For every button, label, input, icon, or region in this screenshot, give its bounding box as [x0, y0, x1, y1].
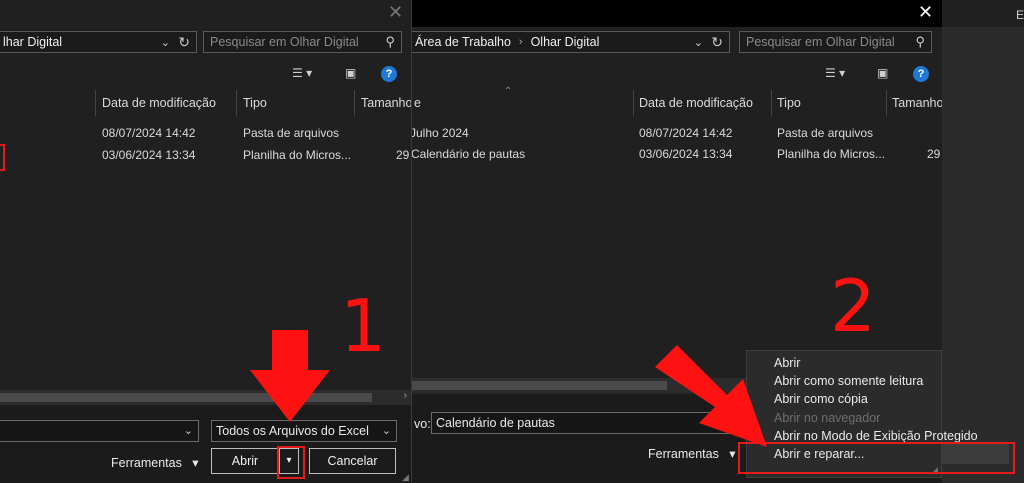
row-type[interactable]: Planilha do Micros... — [243, 148, 351, 162]
preview-pane-icon[interactable]: ▣ — [345, 66, 356, 80]
search-icon[interactable]: ⚲ — [915, 32, 925, 52]
column-header-name[interactable]: e — [414, 96, 421, 110]
background-window: E — [942, 0, 1024, 483]
refresh-icon[interactable]: ↻ — [711, 34, 723, 51]
row-date[interactable]: 08/07/2024 14:42 — [639, 126, 732, 140]
menu-item-open-protected[interactable]: Abrir no Modo de Exibição Protegido — [774, 429, 978, 443]
row-date[interactable]: 03/06/2024 13:34 — [102, 148, 195, 162]
row-date[interactable]: 08/07/2024 14:42 — [102, 126, 195, 140]
step-number: 2 — [830, 264, 876, 348]
sort-indicator-icon: ⌃ — [504, 86, 513, 97]
column-header-size[interactable]: Tamanho — [361, 96, 411, 110]
column-header-size[interactable]: Tamanho — [892, 96, 942, 110]
tools-menu[interactable]: Ferramentas ▾ — [111, 455, 199, 470]
resize-grip-icon[interactable]: ◢ — [402, 472, 409, 483]
breadcrumb-desktop[interactable]: Área de Trabalho — [415, 35, 511, 49]
chevron-down-icon[interactable]: ⌄ — [694, 36, 703, 49]
breadcrumb-separator-icon: › — [518, 36, 523, 48]
row-type[interactable]: Planilha do Micros... — [777, 147, 885, 161]
left-open-dialog: ✕ lhar Digital ⌄ ↻ Pesquisar em Olhar Di… — [0, 0, 411, 483]
red-arrow-diagonal-icon — [655, 345, 767, 447]
step-number: 1 — [340, 284, 386, 368]
menu-item-open-read-only[interactable]: Abrir como somente leitura — [774, 374, 923, 388]
file-type-value: Todos os Arquivos do Excel — [216, 424, 369, 438]
chevron-down-icon[interactable]: ⌄ — [184, 421, 193, 441]
cancel-button[interactable]: Cancelar — [309, 448, 396, 474]
file-type-select[interactable]: Todos os Arquivos do Excel ⌄ — [211, 420, 397, 442]
view-options-icon[interactable]: ☰ ▾ — [825, 66, 845, 80]
address-bar[interactable]: Área de Trabalho › Olhar Digital ⌄ ↻ — [412, 31, 730, 53]
column-divider[interactable] — [95, 90, 96, 116]
filename-field[interactable]: ⌄ — [0, 420, 199, 442]
highlight-box — [738, 442, 1015, 474]
row-type[interactable]: Pasta de arquivos — [777, 126, 873, 140]
filename-value: Calendário de pautas — [436, 416, 555, 430]
background-text: E — [1016, 8, 1024, 22]
red-arrow-down-icon — [250, 330, 330, 422]
search-input[interactable]: Pesquisar em Olhar Digital ⚲ — [739, 31, 932, 53]
row-name[interactable]: Calendário de pautas — [412, 147, 525, 161]
background-titlebar — [942, 0, 1024, 27]
column-divider[interactable] — [633, 90, 634, 116]
filename-label: vo: — [414, 417, 431, 431]
left-titlebar: ✕ — [0, 0, 411, 27]
column-header-date[interactable]: Data de modificação — [639, 96, 753, 110]
scroll-right-icon[interactable]: › — [404, 390, 407, 401]
row-date[interactable]: 03/06/2024 13:34 — [639, 147, 732, 161]
help-icon[interactable]: ? — [913, 66, 929, 82]
highlight-box — [277, 446, 305, 479]
search-placeholder: Pesquisar em Olhar Digital — [746, 35, 895, 49]
row-size[interactable]: 29 — [396, 148, 409, 162]
menu-item-open[interactable]: Abrir — [774, 356, 800, 370]
address-bar[interactable]: lhar Digital ⌄ ↻ — [0, 31, 197, 53]
menu-item-open-copy[interactable]: Abrir como cópia — [774, 392, 868, 406]
column-divider[interactable] — [354, 90, 355, 116]
search-icon[interactable]: ⚲ — [385, 32, 395, 52]
close-icon[interactable]: ✕ — [918, 2, 933, 23]
column-divider[interactable] — [771, 90, 772, 116]
column-header-date[interactable]: Data de modificação — [102, 96, 216, 110]
highlight-box — [0, 144, 5, 171]
column-divider[interactable] — [236, 90, 237, 116]
breadcrumb-folder[interactable]: Olhar Digital — [531, 35, 600, 49]
search-input[interactable]: Pesquisar em Olhar Digital ⚲ — [203, 31, 402, 53]
tools-label: Ferramentas — [111, 456, 182, 470]
open-button[interactable]: Abrir — [211, 448, 279, 474]
view-options-icon[interactable]: ☰ ▾ — [292, 66, 312, 80]
close-icon[interactable]: ✕ — [388, 2, 403, 23]
row-type[interactable]: Pasta de arquivos — [243, 126, 339, 140]
column-divider[interactable] — [886, 90, 887, 116]
help-icon[interactable]: ? — [381, 66, 397, 82]
address-text: lhar Digital — [3, 35, 63, 49]
horizontal-scrollbar[interactable]: › — [0, 390, 411, 405]
chevron-down-icon[interactable]: ⌄ — [382, 421, 391, 441]
refresh-icon[interactable]: ↻ — [178, 34, 190, 51]
menu-item-open-browser: Abrir no navegador — [774, 411, 881, 425]
preview-pane-icon[interactable]: ▣ — [877, 66, 888, 80]
chevron-down-icon[interactable]: ⌄ — [161, 36, 170, 49]
search-placeholder: Pesquisar em Olhar Digital — [210, 35, 359, 49]
right-titlebar: ✕ — [412, 0, 942, 27]
column-header-type[interactable]: Tipo — [777, 96, 801, 110]
column-header-type[interactable]: Tipo — [243, 96, 267, 110]
row-size[interactable]: 29 — [927, 147, 940, 161]
row-name[interactable]: Julho 2024 — [412, 126, 469, 140]
scrollbar-thumb[interactable] — [412, 381, 667, 390]
